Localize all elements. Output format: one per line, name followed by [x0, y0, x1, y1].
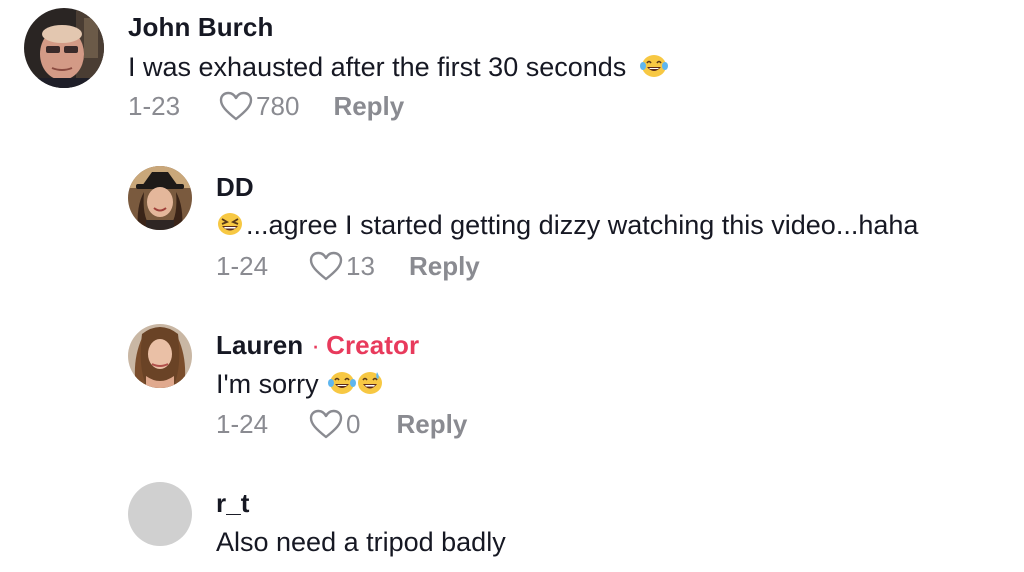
avatar[interactable]: [128, 482, 192, 546]
comment-text-content: I was exhausted after the first 30 secon…: [128, 52, 627, 82]
username[interactable]: Lauren · Creator: [216, 330, 419, 361]
heart-icon[interactable]: [218, 90, 254, 122]
comment-text-content: ...agree I started getting dizzy watchin…: [246, 210, 919, 240]
like-count: 13: [346, 250, 375, 281]
separator: ·: [311, 330, 321, 360]
comment-meta: 1-24 0 Reply: [216, 408, 467, 440]
grinning-squinting-face-icon: [216, 211, 244, 237]
avatar[interactable]: [128, 166, 192, 230]
comment-text: I'm sorry: [216, 369, 384, 400]
comment-date: 1-24: [216, 408, 269, 439]
face-with-tears-of-joy-icon: [328, 370, 357, 396]
heart-icon[interactable]: [308, 408, 344, 440]
comment-meta: 1-23 780 Reply: [128, 90, 404, 122]
like-button[interactable]: 0: [308, 408, 361, 440]
username-text: Lauren: [216, 330, 304, 360]
comment-text-content: I'm sorry: [216, 369, 319, 399]
comment-text: I was exhausted after the first 30 secon…: [128, 52, 668, 83]
username[interactable]: r_t: [216, 488, 250, 519]
like-button[interactable]: 780: [218, 90, 299, 122]
creator-badge: Creator: [326, 330, 420, 360]
comment-meta: 1-24 13 Reply: [216, 250, 480, 282]
reply-button[interactable]: Reply: [333, 91, 404, 122]
avatar[interactable]: [128, 324, 192, 388]
heart-icon[interactable]: [308, 250, 344, 282]
comment-date: 1-24: [216, 250, 269, 281]
face-with-tears-of-joy-icon: [639, 53, 668, 79]
reply-button[interactable]: Reply: [397, 409, 468, 440]
avatar[interactable]: [24, 8, 104, 88]
comment-text: ...agree I started getting dizzy watchin…: [216, 210, 918, 241]
comment-date: 1-23: [128, 90, 181, 121]
like-count: 780: [256, 90, 300, 121]
username[interactable]: John Burch: [128, 12, 273, 43]
comment-text: Also need a tripod badly: [216, 527, 506, 557]
grinning-face-with-sweat-icon: [356, 370, 384, 396]
like-count: 0: [346, 408, 361, 439]
comments-list: John Burch I was exhausted after the fir…: [0, 0, 1024, 572]
reply-button[interactable]: Reply: [409, 251, 480, 282]
like-button[interactable]: 13: [308, 250, 375, 282]
username[interactable]: DD: [216, 172, 254, 203]
